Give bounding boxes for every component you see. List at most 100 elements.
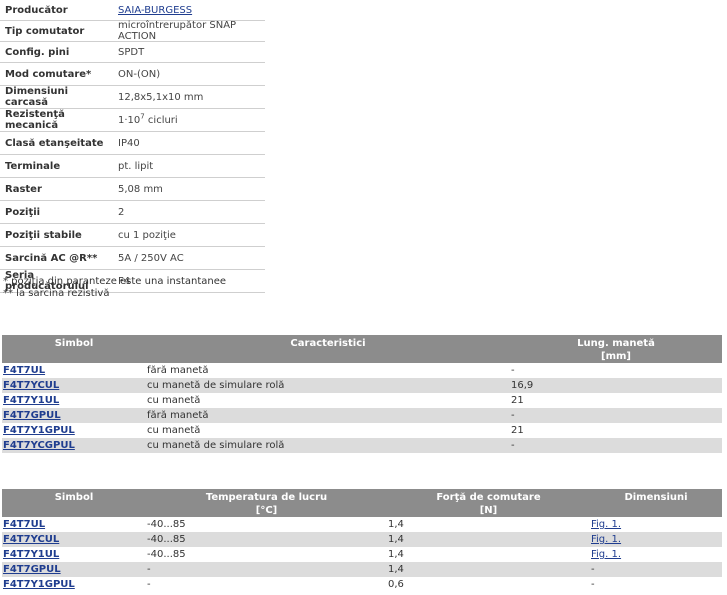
header-switching-force-unit: [N] <box>479 505 498 516</box>
temperature-cell: -40...85 <box>147 549 186 560</box>
characteristics-cell: cu manetă <box>147 395 201 406</box>
symbol-cell: F4T7Y1GPUL <box>2 425 146 436</box>
table-row: F4T7Y1GPUL - 0,6 - <box>2 577 722 592</box>
header-switching-force: Forţă de comutare [N] <box>387 489 590 517</box>
product-link[interactable]: F4T7Y1UL <box>3 549 59 560</box>
symbol-cell: F4T7YCGPUL <box>2 440 146 451</box>
characteristics-cell: fără manetă <box>147 365 209 376</box>
header-lever-length: Lung. manetă [mm] <box>510 335 722 363</box>
spec-row-mechanical-endurance: Rezistenţă mecanică 1·107 cicluri <box>0 109 265 132</box>
header-symbol: Simbol <box>54 492 94 503</box>
spec-value: 5,08 mm <box>118 183 163 195</box>
dimensions-cell: Fig. 1. <box>590 549 722 560</box>
table-row: F4T7Y1UL cu manetă 21 <box>2 393 722 408</box>
dimensions-cell: Fig. 1. <box>590 534 722 545</box>
dimensions-cell: Fig. 1. <box>590 519 722 530</box>
symbol-cell: F4T7GPUL <box>2 410 146 421</box>
dimensions-cell: - <box>591 579 595 590</box>
product-link[interactable]: F4T7UL <box>3 365 45 376</box>
table-row: F4T7YCGPUL cu manetă de simulare rolă - <box>2 438 722 453</box>
spec-label: Clasă etanşeitate <box>5 137 104 149</box>
header-symbol: Simbol <box>54 338 94 349</box>
product-link[interactable]: F4T7GPUL <box>3 564 61 575</box>
symbol-cell: F4T7UL <box>2 365 146 376</box>
force-cell: 1,4 <box>388 519 404 530</box>
endurance-unit: cicluri <box>144 114 178 126</box>
product-link[interactable]: F4T7UL <box>3 519 45 530</box>
spec-row-pin-config: Config. pini SPDT <box>0 42 265 63</box>
spec-label: Tip comutator <box>5 25 85 37</box>
header-dimensions: Dimensiuni <box>624 492 688 503</box>
table-header: Simbol Caracteristici Lung. manetă [mm] <box>2 335 722 363</box>
force-cell: 0,6 <box>388 579 404 590</box>
header-characteristics: Caracteristici <box>290 338 366 349</box>
symbol-cell: F4T7GPUL <box>2 564 146 575</box>
spec-row-raster: Raster 5,08 mm <box>0 178 265 201</box>
spec-value: 1·107 cicluri <box>112 113 265 126</box>
table-row: F4T7YCUL cu manetă de simulare rolă 16,9 <box>2 378 722 393</box>
header-temperature-title: Temperatura de lucru <box>205 492 328 503</box>
endurance-base: 1·10 <box>118 114 141 126</box>
spec-label: Producător <box>5 4 68 16</box>
spec-value: ON-(ON) <box>118 68 161 80</box>
table-row: F4T7GPUL fără manetă - <box>2 408 722 423</box>
temperature-cell: - <box>147 564 151 575</box>
characteristics-cell: cu manetă de simulare rolă <box>147 440 285 451</box>
spec-label: Terminale <box>5 160 61 172</box>
spec-row-ip-class: Clasă etanşeitate IP40 <box>0 132 265 155</box>
spec-label: Rezistenţă mecanică <box>5 109 65 131</box>
dimensions-cell: - <box>591 564 595 575</box>
spec-row-positions: Poziţii 2 <box>0 201 265 224</box>
figure-link[interactable]: Fig. 1. <box>591 519 621 530</box>
header-lever-length-unit: [mm] <box>601 351 631 362</box>
header-lever-length-title: Lung. manetă <box>577 338 655 349</box>
product-link[interactable]: F4T7Y1GPUL <box>3 425 75 436</box>
footnote-instant-position: * poziţia din paranteze este una instant… <box>3 276 227 287</box>
symbol-cell: F4T7YCUL <box>2 380 146 391</box>
characteristics-table: Simbol Caracteristici Lung. manetă [mm] … <box>2 335 722 453</box>
figure-link[interactable]: Fig. 1. <box>591 534 621 545</box>
table-row: F4T7UL fără manetă - <box>2 363 722 378</box>
spec-label: Raster <box>5 183 42 195</box>
symbol-cell: F4T7Y1UL <box>2 549 146 560</box>
characteristics-cell: cu manetă <box>147 425 201 436</box>
table-row: F4T7UL -40...85 1,4 Fig. 1. <box>2 517 722 532</box>
product-link[interactable]: F4T7Y1GPUL <box>3 579 75 590</box>
table-row: F4T7Y1GPUL cu manetă 21 <box>2 423 722 438</box>
product-link[interactable]: F4T7GPUL <box>3 410 61 421</box>
spec-value: IP40 <box>118 137 140 149</box>
force-cell: 1,4 <box>388 534 404 545</box>
symbol-cell: F4T7YCUL <box>2 534 146 545</box>
figure-link[interactable]: Fig. 1. <box>591 549 621 560</box>
spec-row-ac-load: Sarcină AC @R** 5A / 250V AC <box>0 247 265 270</box>
length-cell: 16,9 <box>511 380 534 391</box>
temperature-cell: -40...85 <box>147 519 186 530</box>
spec-value: pt. lipit <box>118 160 154 172</box>
length-cell: - <box>511 440 515 451</box>
header-temperature: Temperatura de lucru [°C] <box>146 489 387 517</box>
spec-value: microîntrerupător SNAP ACTION <box>118 20 237 42</box>
spec-value: cu 1 poziţie <box>118 229 176 241</box>
product-link[interactable]: F4T7YCGPUL <box>3 440 75 451</box>
spec-row-switch-mode: Mod comutare* ON-(ON) <box>0 63 265 86</box>
characteristics-cell: fără manetă <box>147 410 209 421</box>
product-link[interactable]: F4T7Y1UL <box>3 395 59 406</box>
header-switching-force-title: Forţă de comutare <box>436 492 541 503</box>
symbol-cell: F4T7Y1GPUL <box>2 579 146 590</box>
product-link[interactable]: F4T7YCUL <box>3 534 59 545</box>
force-cell: 1,4 <box>388 549 404 560</box>
spec-row-stable-positions: Poziţii stabile cu 1 poziţie <box>0 224 265 247</box>
spec-label: Mod comutare* <box>5 68 92 80</box>
length-cell: 21 <box>511 395 524 406</box>
operating-data-table: Simbol Temperatura de lucru [°C] Forţă d… <box>2 489 722 592</box>
product-link[interactable]: F4T7YCUL <box>3 380 59 391</box>
force-cell: 1,4 <box>388 564 404 575</box>
temperature-cell: -40...85 <box>147 534 186 545</box>
header-temperature-unit: [°C] <box>255 505 278 516</box>
spec-table: Producător SAIA-BURGESS Tip comutator mi… <box>0 0 265 293</box>
length-cell: - <box>511 365 515 376</box>
spec-row-switch-type: Tip comutator microîntrerupător SNAP ACT… <box>0 20 265 42</box>
spec-label: Poziţii <box>5 206 41 218</box>
producer-link[interactable]: SAIA-BURGESS <box>118 5 192 16</box>
table-row: F4T7Y1UL -40...85 1,4 Fig. 1. <box>2 547 722 562</box>
